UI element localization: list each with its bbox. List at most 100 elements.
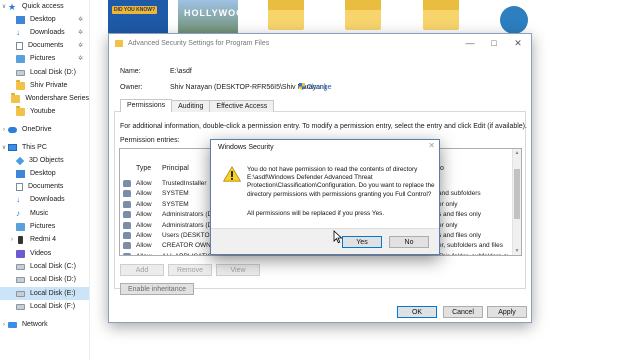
vertical-scrollbar[interactable]: ▲ ▼	[512, 149, 521, 255]
change-owner-link[interactable]: Change	[299, 83, 331, 91]
folder-icon	[11, 92, 21, 103]
sidebar-item[interactable]: Desktop	[0, 167, 89, 180]
shield-icon	[299, 83, 305, 90]
yes-button[interactable]: Yes	[342, 236, 382, 248]
expand-chevron-icon[interactable]: ›	[0, 322, 8, 328]
sidebar-item[interactable]: › OneDrive	[0, 123, 89, 136]
sidebar-item[interactable]: Pictures	[0, 220, 89, 233]
cell-applies: This folder, subfolders and files	[438, 253, 508, 255]
user-group-icon	[123, 200, 131, 208]
sidebar-item-label: Pictures	[30, 55, 56, 62]
expand-chevron-icon[interactable]: ›	[8, 237, 16, 243]
column-header-type[interactable]: Type	[136, 165, 151, 172]
sidebar-item[interactable]: Local Disk (F:)	[0, 300, 89, 313]
cell-principal: SYSTEM	[162, 190, 189, 198]
folder-thumbnail[interactable]	[268, 0, 304, 30]
sidebar-item[interactable]: Youtube	[0, 105, 89, 118]
sidebar-item[interactable]: ↓ Downloads ✲	[0, 26, 89, 39]
folder-thumbnail[interactable]	[423, 0, 459, 30]
cell-principal: Users (DESKTOP-...	[162, 232, 212, 239]
sidebar-item[interactable]: Desktop ✲	[0, 13, 89, 26]
cancel-button[interactable]: Cancel	[443, 306, 483, 318]
cell-principal: Administrators (D	[162, 221, 212, 229]
pin-icon[interactable]: ✲	[78, 29, 83, 36]
sidebar-item[interactable]: Wondershare Series	[0, 92, 89, 105]
sidebar-item[interactable]: Videos	[0, 247, 89, 260]
column-header-principal[interactable]: Principal	[162, 165, 189, 172]
tab-auditing[interactable]: Auditing	[171, 100, 211, 112]
pictures-icon	[16, 54, 25, 63]
cell-principal: SYSTEM	[162, 200, 189, 208]
sidebar-item[interactable]: Documents	[0, 180, 89, 193]
view-button[interactable]: View	[216, 264, 260, 276]
user-group-icon	[123, 190, 131, 198]
documents-icon	[16, 182, 23, 191]
user-group-icon	[123, 232, 131, 239]
sidebar-item[interactable]: ∨ This PC	[0, 141, 89, 154]
user-group-icon	[123, 180, 131, 187]
scroll-down-icon[interactable]: ▼	[513, 248, 521, 254]
sidebar-item[interactable]: › Network	[0, 318, 89, 331]
entries-label: Permission entries:	[120, 137, 180, 144]
this-pc-icon	[8, 144, 17, 151]
enable-inheritance-button[interactable]: Enable inheritance	[120, 283, 194, 295]
sidebar-item[interactable]: ∨ ★ Quick access	[0, 0, 89, 13]
drive-icon	[16, 290, 25, 297]
cell-type: Allow	[136, 211, 152, 219]
desktop-folder-icon	[16, 15, 25, 24]
app-icon[interactable]	[500, 6, 528, 34]
sidebar-item[interactable]: › Redmi 4	[0, 233, 89, 246]
scroll-up-icon[interactable]: ▲	[513, 150, 521, 156]
folder-icon	[16, 79, 25, 90]
owner-label: Owner:	[120, 84, 143, 91]
window-title: Advanced Security Settings for Program F…	[128, 39, 270, 47]
sidebar-item[interactable]: Documents ✲	[0, 39, 89, 52]
add-button[interactable]: Add	[120, 264, 164, 276]
sidebar-item[interactable]: 3D Objects	[0, 154, 89, 167]
sidebar-item-label: Shiv Private	[30, 82, 68, 89]
tab-effective-access[interactable]: Effective Access	[209, 100, 275, 112]
sidebar-item[interactable]: ↓ Downloads	[0, 193, 89, 206]
sidebar-item[interactable]: Local Disk (D:)	[0, 66, 89, 79]
folder-thumbnail[interactable]	[345, 0, 381, 30]
pin-icon[interactable]: ✲	[78, 16, 83, 23]
tab-strip: Permissions Auditing Effective Access	[120, 99, 275, 112]
cell-applies: s and files only	[438, 211, 481, 219]
expand-chevron-icon[interactable]: ›	[0, 127, 8, 133]
sidebar-item[interactable]: Pictures ✲	[0, 52, 89, 65]
pin-icon[interactable]: ✲	[78, 42, 83, 49]
sidebar-item[interactable]: Local Disk (D:)	[0, 273, 89, 286]
apply-button[interactable]: Apply	[487, 306, 527, 318]
cell-principal: CREATOR OWNER	[162, 242, 212, 250]
videos-icon	[16, 249, 25, 258]
did-you-know-thumbnail[interactable]: DID YOU KNOW?	[108, 0, 168, 36]
pin-icon[interactable]: ✲	[78, 55, 83, 62]
mouse-cursor-icon	[333, 230, 343, 244]
drive-icon	[16, 69, 25, 76]
minimize-icon[interactable]: —	[459, 34, 481, 52]
sidebar-item-label: Youtube	[30, 108, 56, 115]
sidebar-item[interactable]: Shiv Private	[0, 79, 89, 92]
close-icon[interactable]: ✕	[428, 141, 435, 150]
sidebar-item[interactable]: Local Disk (C:)	[0, 260, 89, 273]
hollywood-thumbnail[interactable]: HOLLYWOOD	[178, 0, 251, 36]
expand-chevron-icon[interactable]: ∨	[0, 3, 8, 10]
maximize-icon[interactable]: □	[483, 34, 505, 52]
dialog-title: Windows Security	[218, 144, 274, 151]
scrollbar-thumb[interactable]	[514, 169, 520, 219]
sidebar-item[interactable]: ♪ Music	[0, 207, 89, 220]
remove-button[interactable]: Remove	[168, 264, 212, 276]
expand-chevron-icon[interactable]: ∨	[0, 144, 8, 151]
folder-icon	[115, 39, 123, 47]
dialog-sub-message: All permissions will be replaced if you …	[247, 210, 385, 217]
sidebar-item-label: Local Disk (F:)	[30, 303, 76, 310]
tab-permissions[interactable]: Permissions	[120, 99, 173, 112]
ok-button[interactable]: OK	[397, 306, 437, 318]
onedrive-cloud-icon	[8, 126, 17, 133]
sidebar-item-label: Documents	[28, 183, 64, 190]
sidebar-item[interactable]: Local Disk (E:)	[0, 287, 89, 300]
close-icon[interactable]: ✕	[507, 34, 529, 52]
no-button[interactable]: No	[389, 236, 429, 248]
sidebar-item-label: Network	[22, 321, 48, 328]
navigation-pane: ∨ ★ Quick access Desktop ✲ ↓ Downloads ✲ Documen…	[0, 0, 90, 360]
